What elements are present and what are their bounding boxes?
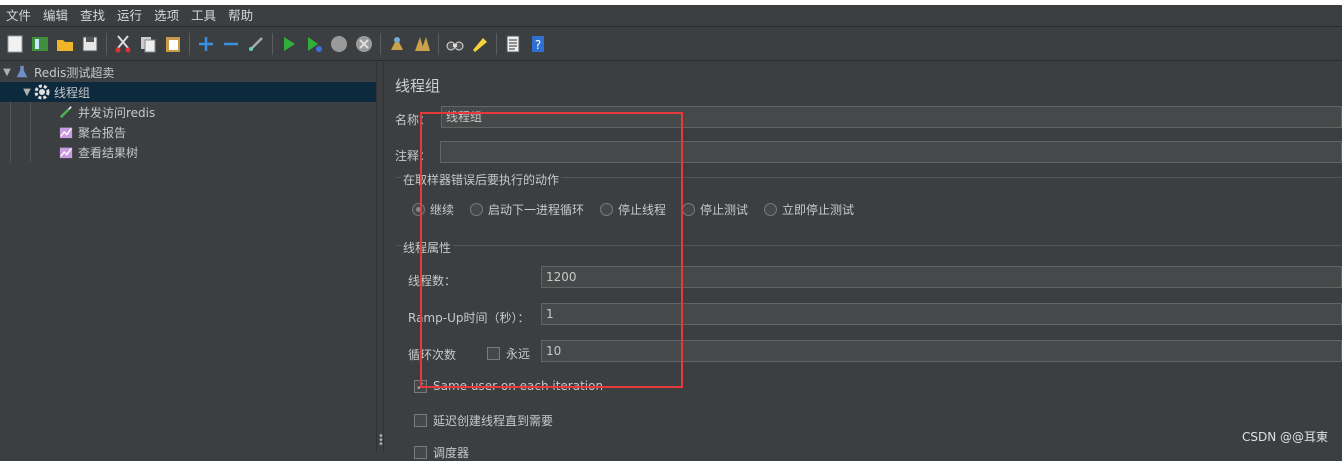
menu-edit[interactable]: 编辑 <box>37 5 74 26</box>
menu-bar: 文件 编辑 查找 运行 选项 工具 帮助 <box>0 5 1342 27</box>
check-icon[interactable]: ✓ <box>414 379 427 393</box>
radio-label: 继续 <box>430 203 455 217</box>
tree-guide-line <box>30 102 31 162</box>
help-icon[interactable]: ? <box>527 33 549 55</box>
collapse-icon[interactable] <box>220 33 242 55</box>
tree-item-label: 并发访问redis <box>78 105 156 120</box>
menu-help[interactable]: 帮助 <box>222 5 259 26</box>
name-label: 名称： <box>395 113 432 127</box>
open-icon[interactable] <box>54 33 76 55</box>
chevron-down-icon[interactable]: ▼ <box>0 65 14 79</box>
rampup-label: Ramp-Up时间（秒）： <box>408 311 530 325</box>
same-user-checkbox[interactable]: ✓ Same user on each iteration <box>414 379 603 393</box>
chart-icon <box>58 144 74 160</box>
chevron-down-icon[interactable]: ▼ <box>20 85 34 99</box>
test-plan-tree: ▼ Redis测试超卖 ▼ 线程组 并发访问redis 聚合报告 查看结果树 <box>0 62 376 452</box>
checkbox-label: Same user on each iteration <box>433 379 604 393</box>
shutdown-icon[interactable] <box>353 33 375 55</box>
menu-options[interactable]: 选项 <box>148 5 185 26</box>
clear-icon[interactable] <box>386 33 408 55</box>
radio-label: 停止线程 <box>618 203 667 217</box>
toolbar-separator <box>106 32 107 55</box>
checkbox-box[interactable] <box>487 347 500 360</box>
reset-search-icon[interactable] <box>469 33 491 55</box>
radio-start-next-loop[interactable]: 启动下一进程循环 <box>470 201 584 218</box>
start-icon[interactable] <box>278 33 300 55</box>
toolbar-separator <box>272 32 273 55</box>
save-icon[interactable] <box>79 33 101 55</box>
pipette-icon <box>58 104 74 120</box>
menu-run[interactable]: 运行 <box>111 5 148 26</box>
radio-stop-test-now[interactable]: 立即停止测试 <box>764 201 854 218</box>
function-helper-icon[interactable] <box>502 33 524 55</box>
scheduler-checkbox[interactable]: 调度器 <box>414 444 469 461</box>
radio-circle[interactable] <box>764 203 777 216</box>
loop-count-field[interactable]: 10 <box>541 340 1342 362</box>
thread-props-title: 线程属性 <box>401 239 454 256</box>
flask-icon <box>14 64 30 80</box>
radio-circle[interactable] <box>470 203 483 216</box>
forever-checkbox[interactable]: 永远 <box>487 345 530 362</box>
expand-icon[interactable] <box>195 33 217 55</box>
comment-field[interactable] <box>440 141 1342 163</box>
chart-icon <box>58 124 74 140</box>
tree-item-aggregate-report[interactable]: 聚合报告 <box>58 122 126 142</box>
loop-label: 循环次数 <box>408 348 457 362</box>
radio-continue[interactable]: 继续 <box>412 201 454 218</box>
tree-item-label: 线程组 <box>54 85 91 100</box>
checkbox-label: 调度器 <box>433 446 470 460</box>
checkbox-label: 永远 <box>506 347 531 361</box>
threads-field[interactable]: 1200 <box>541 266 1342 288</box>
toggle-icon[interactable] <box>245 33 267 55</box>
toolbar: ? <box>0 27 1342 61</box>
panel-splitter[interactable] <box>376 62 384 452</box>
clear-all-icon[interactable] <box>411 33 433 55</box>
tree-item-results-tree[interactable]: 查看结果树 <box>58 142 138 162</box>
checkbox-box[interactable] <box>414 446 427 459</box>
toolbar-separator <box>438 32 439 55</box>
menu-file[interactable]: 文件 <box>0 5 37 26</box>
tree-item-label: 聚合报告 <box>78 125 127 140</box>
error-action-title: 在取样器错误后要执行的动作 <box>401 171 562 188</box>
radio-circle[interactable] <box>600 203 613 216</box>
cut-icon[interactable] <box>112 33 134 55</box>
tree-item-sampler[interactable]: 并发访问redis <box>58 102 155 122</box>
checkbox-label: 延迟创建线程直到需要 <box>433 414 554 428</box>
radio-label: 停止测试 <box>700 203 749 217</box>
checkbox-box[interactable] <box>414 414 427 427</box>
paste-icon[interactable] <box>162 33 184 55</box>
gear-icon <box>34 84 50 100</box>
svg-text:?: ? <box>535 38 541 52</box>
panel-title: 线程组 <box>395 77 441 95</box>
rampup-field[interactable]: 1 <box>541 303 1342 325</box>
templates-icon[interactable] <box>29 33 51 55</box>
radio-stop-thread[interactable]: 停止线程 <box>600 201 666 218</box>
toolbar-separator <box>380 32 381 55</box>
radio-circle[interactable] <box>412 203 425 216</box>
watermark: CSDN @@耳東 <box>1242 430 1329 444</box>
radio-circle[interactable] <box>682 203 695 216</box>
menu-tools[interactable]: 工具 <box>185 5 222 26</box>
name-field[interactable]: 线程组 <box>441 106 1342 128</box>
toolbar-separator <box>189 32 190 55</box>
start-no-pause-icon[interactable] <box>303 33 325 55</box>
tree-item-thread-group[interactable]: ▼ 线程组 <box>0 82 376 102</box>
tree-item-test-plan[interactable]: ▼ Redis测试超卖 <box>0 62 376 82</box>
threads-label: 线程数： <box>408 274 457 288</box>
tree-item-label: Redis测试超卖 <box>34 65 115 80</box>
menu-search[interactable]: 查找 <box>74 5 111 26</box>
copy-icon[interactable] <box>137 33 159 55</box>
radio-label: 立即停止测试 <box>782 203 855 217</box>
toolbar-separator <box>496 32 497 55</box>
search-icon[interactable] <box>444 33 466 55</box>
stop-icon[interactable] <box>328 33 350 55</box>
new-icon[interactable] <box>4 33 26 55</box>
tree-item-label: 查看结果树 <box>78 145 139 160</box>
radio-stop-test[interactable]: 停止测试 <box>682 201 748 218</box>
comment-label: 注释： <box>395 149 432 163</box>
delay-thread-creation-checkbox[interactable]: 延迟创建线程直到需要 <box>414 412 553 429</box>
radio-label: 启动下一进程循环 <box>488 203 585 217</box>
group-border <box>396 245 1342 246</box>
thread-group-panel: 线程组 名称： 线程组 注释： 在取样器错误后要执行的动作 继续 启动下一进程循… <box>384 62 1342 460</box>
